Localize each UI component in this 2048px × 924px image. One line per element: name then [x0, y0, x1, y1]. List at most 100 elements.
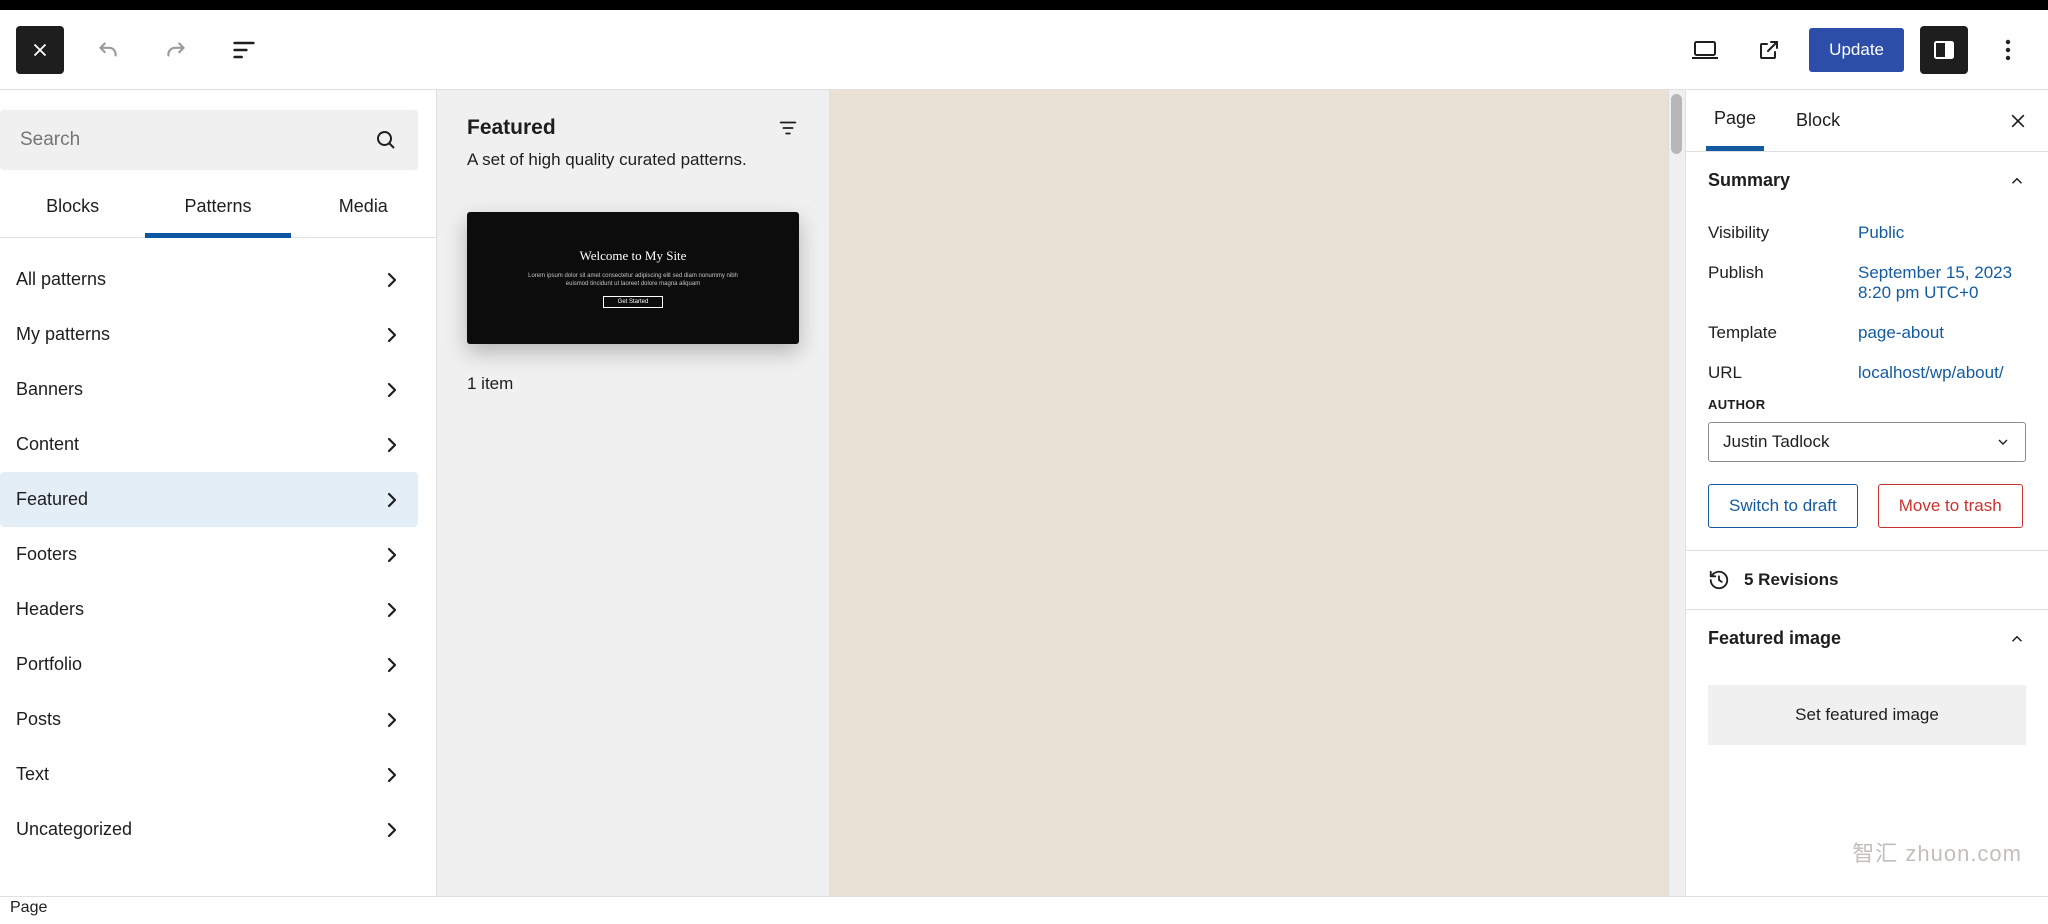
settings-toggle-button[interactable] [1920, 26, 1968, 74]
category-label: Banners [16, 379, 83, 400]
category-portfolio[interactable]: Portfolio [0, 637, 418, 692]
close-icon [29, 39, 51, 61]
category-label: Content [16, 434, 79, 455]
pattern-categories[interactable]: All patterns My patterns Banners Content Fea… [0, 238, 436, 896]
chevron-right-icon [386, 436, 398, 454]
chevron-up-icon [2008, 172, 2026, 190]
editor-footer-breadcrumb[interactable]: Page [0, 896, 2048, 924]
author-label: AUTHOR [1708, 397, 2026, 412]
category-label: Featured [16, 489, 88, 510]
category-footers[interactable]: Footers [0, 527, 418, 582]
publish-value[interactable]: September 15, 2023 8:20 pm UTC+0 [1858, 263, 2026, 303]
category-label: Footers [16, 544, 77, 565]
external-link-icon [1757, 38, 1781, 62]
block-inserter: Blocks Patterns Media All patterns My pat… [0, 90, 437, 896]
template-label: Template [1708, 323, 1858, 343]
options-button[interactable] [1984, 26, 2032, 74]
inserter-search[interactable] [0, 110, 418, 170]
summary-heading: Summary [1708, 170, 1790, 191]
inserter-tabs: Blocks Patterns Media [0, 180, 436, 238]
url-row: URL localhost/wp/about/ [1708, 353, 2026, 393]
pattern-thumb-title: Welcome to My Site [580, 248, 687, 264]
patterns-item-count: 1 item [467, 374, 799, 394]
category-text[interactable]: Text [0, 747, 418, 802]
tab-media[interactable]: Media [291, 180, 436, 237]
category-label: Text [16, 764, 49, 785]
url-value[interactable]: localhost/wp/about/ [1858, 363, 2026, 383]
visibility-value[interactable]: Public [1858, 223, 2026, 243]
tab-patterns[interactable]: Patterns [145, 180, 290, 238]
revisions-button[interactable]: 5 Revisions [1686, 551, 2048, 610]
view-page-button[interactable] [1745, 26, 1793, 74]
editor-main: Blocks Patterns Media All patterns My pat… [0, 90, 2048, 896]
undo-button[interactable] [84, 26, 132, 74]
category-content[interactable]: Content [0, 417, 418, 472]
sidebar-icon [1932, 38, 1956, 62]
history-icon [1708, 569, 1730, 591]
redo-button[interactable] [152, 26, 200, 74]
set-featured-image-button[interactable]: Set featured image [1708, 685, 2026, 745]
close-icon [2008, 111, 2028, 131]
author-select[interactable]: Justin Tadlock [1708, 422, 2026, 462]
category-uncategorized[interactable]: Uncategorized [0, 802, 418, 857]
category-label: Posts [16, 709, 61, 730]
author-value: Justin Tadlock [1723, 432, 1829, 452]
pattern-thumb-text: Lorem ipsum dolor sit amet consectetur a… [523, 272, 743, 289]
canvas-scrollbar-thumb[interactable] [1671, 94, 1682, 154]
featured-image-heading: Featured image [1708, 628, 1841, 649]
settings-panel: Page Block Summary Visibility Public [1685, 90, 2048, 896]
chevron-up-icon [2008, 630, 2026, 648]
switch-to-draft-button[interactable]: Switch to draft [1708, 484, 1858, 528]
move-to-trash-button[interactable]: Move to trash [1878, 484, 2023, 528]
category-label: My patterns [16, 324, 110, 345]
category-posts[interactable]: Posts [0, 692, 418, 747]
visibility-label: Visibility [1708, 223, 1858, 243]
editor-canvas[interactable] [830, 90, 1685, 896]
pattern-preview-item[interactable]: Welcome to My Site Lorem ipsum dolor sit… [467, 212, 799, 344]
pattern-thumb-button: Get Started [603, 296, 664, 308]
publish-row: Publish September 15, 2023 8:20 pm UTC+0 [1708, 253, 2026, 313]
toolbar-left [16, 26, 268, 74]
chevron-right-icon [386, 821, 398, 839]
editor-toolbar: Update [0, 10, 2048, 90]
category-label: Portfolio [16, 654, 82, 675]
patterns-filter-button[interactable] [777, 117, 799, 139]
category-label: Headers [16, 599, 84, 620]
settings-tab-block[interactable]: Block [1788, 90, 1848, 151]
canvas-scrollbar-track [1668, 90, 1685, 896]
toolbar-right: Update [1681, 26, 2032, 74]
update-button[interactable]: Update [1809, 28, 1904, 72]
template-value[interactable]: page-about [1858, 323, 2026, 343]
chevron-right-icon [386, 491, 398, 509]
settings-tabs: Page Block [1686, 90, 2048, 152]
device-icon [1691, 39, 1719, 61]
chevron-right-icon [386, 601, 398, 619]
close-inserter-button[interactable] [16, 26, 64, 74]
chevron-right-icon [386, 381, 398, 399]
list-view-icon [230, 36, 258, 64]
category-label: Uncategorized [16, 819, 132, 840]
chevron-right-icon [386, 656, 398, 674]
patterns-title: Featured [467, 116, 556, 140]
summary-toggle[interactable]: Summary [1686, 152, 2048, 209]
chevron-right-icon [386, 271, 398, 289]
settings-tab-page[interactable]: Page [1706, 90, 1764, 151]
category-featured[interactable]: Featured [0, 472, 418, 527]
chevron-right-icon [386, 766, 398, 784]
category-headers[interactable]: Headers [0, 582, 418, 637]
search-icon [374, 128, 398, 152]
settings-close-button[interactable] [2008, 111, 2028, 131]
tab-blocks[interactable]: Blocks [0, 180, 145, 237]
chevron-right-icon [386, 326, 398, 344]
featured-image-toggle[interactable]: Featured image [1686, 610, 2048, 667]
category-my-patterns[interactable]: My patterns [0, 307, 418, 362]
document-overview-button[interactable] [220, 26, 268, 74]
search-input[interactable] [20, 129, 374, 151]
view-button[interactable] [1681, 26, 1729, 74]
patterns-preview-column: Featured A set of high quality curated p… [437, 90, 830, 896]
category-banners[interactable]: Banners [0, 362, 418, 417]
category-label: All patterns [16, 269, 106, 290]
featured-image-panel: Featured image Set featured image [1686, 610, 2048, 745]
category-all-patterns[interactable]: All patterns [0, 252, 418, 307]
chevron-right-icon [386, 546, 398, 564]
